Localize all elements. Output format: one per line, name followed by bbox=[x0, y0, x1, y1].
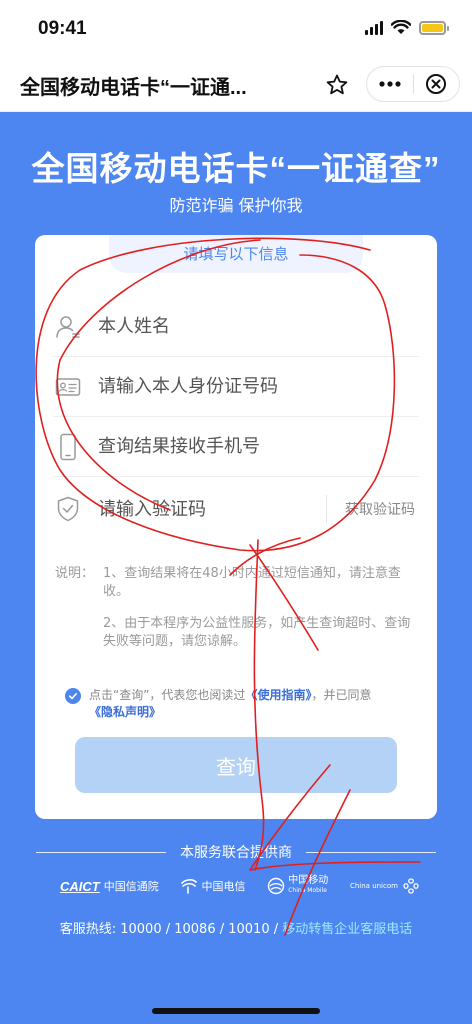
name-field-row bbox=[53, 297, 419, 357]
wifi-icon bbox=[391, 20, 411, 34]
telecom-swirl-icon bbox=[181, 879, 198, 894]
home-indicator[interactable] bbox=[152, 1008, 320, 1014]
id-field-row bbox=[53, 357, 419, 417]
note-item-2: 2、由于本程序为公益性服务，如产生查询超时、查询失败等问题，请您谅解。 bbox=[103, 616, 411, 649]
name-input[interactable] bbox=[98, 316, 419, 337]
caict-mark: CAICT bbox=[60, 878, 100, 894]
id-number-input[interactable] bbox=[98, 376, 419, 397]
hero-subtitle: 防范诈骗 保护你我 bbox=[169, 196, 303, 215]
agreement-text: 点击“查询”，代表您也阅读过《使用指南》，并已同意《隐私声明》 bbox=[89, 687, 371, 721]
mobile-name: 中国移动 bbox=[288, 875, 329, 886]
verification-code-input[interactable] bbox=[98, 498, 326, 520]
page-title: 全国移动电话卡“一证通... bbox=[20, 77, 247, 99]
note-item-1: 1、查询结果将在48小时内通过短信通知，请注意查收。 bbox=[103, 566, 401, 599]
china-unicom-logo: China unicom bbox=[350, 877, 420, 895]
divider-left bbox=[36, 851, 166, 853]
hotline-numbers: 客服热线: 10000 / 10086 / 10010 / bbox=[59, 922, 283, 937]
providers-heading-text: 本服务联合提供商 bbox=[180, 845, 292, 861]
id-card-icon bbox=[53, 372, 83, 402]
privacy-statement-link[interactable]: 《隐私声明》 bbox=[89, 705, 161, 719]
agreement-row: 点击“查询”，代表您也阅读过《使用指南》，并已同意《隐私声明》 bbox=[65, 687, 415, 721]
providers-heading: 本服务联合提供商 bbox=[36, 842, 436, 862]
status-bar: 09:41 bbox=[0, 0, 472, 56]
customer-hotline: 客服热线: 10000 / 10086 / 10010 / 移动转售企业客服电话 bbox=[0, 918, 472, 937]
agreement-prefix: 点击“查询”，代表您也阅读过 bbox=[89, 688, 246, 702]
person-icon bbox=[53, 312, 83, 342]
status-time: 09:41 bbox=[38, 18, 87, 39]
mobile-en-name: China Mobile bbox=[288, 887, 327, 894]
star-icon bbox=[326, 74, 348, 95]
cellular-signal-icon bbox=[365, 20, 383, 35]
capsule-menu bbox=[366, 66, 460, 102]
provider-logos: CAICT 中国信通院 中国电信 中国移动 China Mobile China… bbox=[60, 872, 420, 900]
mobile-phone-icon bbox=[53, 432, 83, 462]
check-icon bbox=[69, 693, 77, 700]
china-mobile-logo: 中国移动 China Mobile bbox=[267, 876, 328, 896]
code-divider bbox=[326, 495, 327, 523]
divider-right bbox=[306, 851, 436, 853]
more-dots-icon bbox=[379, 81, 401, 87]
notes-label: 说明： bbox=[55, 566, 95, 581]
phone-number-input[interactable] bbox=[98, 436, 419, 457]
battery-icon bbox=[419, 20, 449, 35]
unicom-name: China unicom bbox=[349, 882, 398, 890]
query-button[interactable]: 查询 bbox=[75, 737, 397, 793]
caict-name: 中国信通院 bbox=[103, 880, 159, 893]
close-mini-program-button[interactable] bbox=[413, 67, 459, 101]
agreement-checkbox[interactable] bbox=[65, 688, 81, 704]
more-options-button[interactable] bbox=[367, 67, 413, 101]
unicom-knot-icon bbox=[403, 878, 419, 894]
status-icons bbox=[365, 20, 449, 35]
phone-field-row bbox=[53, 417, 419, 477]
mini-program-title-bar: 全国移动电话卡“一证通... bbox=[0, 56, 472, 112]
telecom-name: 中国电信 bbox=[201, 880, 246, 893]
mobile-globe-icon bbox=[268, 877, 285, 895]
agreement-middle: ，并已同意 bbox=[311, 688, 372, 702]
notes-section: 说明： 1、查询结果将在48小时内通过短信通知，请注意查收。 2、由于本程序为公… bbox=[55, 565, 421, 651]
china-telecom-logo: 中国电信 bbox=[180, 878, 245, 894]
code-field-row: 获取验证码 bbox=[53, 479, 419, 539]
usage-guide-link[interactable]: 《使用指南》 bbox=[245, 688, 311, 702]
get-code-button[interactable]: 获取验证码 bbox=[345, 499, 419, 519]
resale-hotline-link[interactable]: 移动转售企业客服电话 bbox=[282, 922, 412, 937]
form-header-tab: 请填写以下信息 bbox=[109, 235, 363, 273]
hero-title: 全国移动电话卡“一证通查” bbox=[31, 150, 441, 187]
shield-check-icon bbox=[53, 494, 83, 524]
query-form-card: 请填写以下信息 本人姓名 请输入本人身份证号码 查询结果接收手机号 请输入验证码… bbox=[35, 235, 437, 819]
close-circle-icon bbox=[426, 74, 447, 94]
caict-logo: CAICT 中国信通院 bbox=[60, 878, 159, 894]
favorite-star-button[interactable] bbox=[322, 70, 352, 100]
